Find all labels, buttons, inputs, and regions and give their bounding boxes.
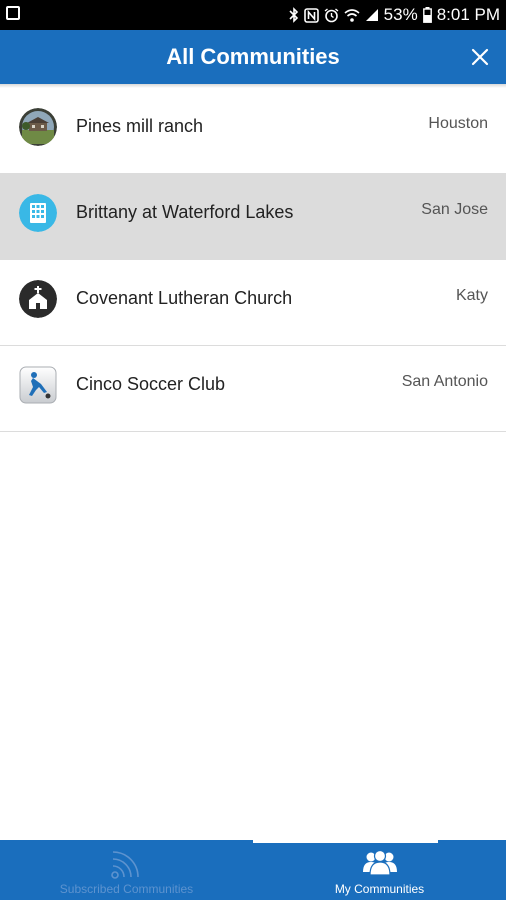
list-item[interactable]: Brittany at Waterford Lakes San Jose [0, 174, 506, 260]
church-icon [19, 280, 57, 318]
nfc-icon [303, 7, 319, 23]
rss-feed-icon [110, 851, 139, 879]
tab-subscribed-communities[interactable]: Subscribed Communities [0, 840, 253, 900]
bluetooth-icon [289, 7, 298, 23]
alarm-icon [324, 7, 339, 22]
community-name: Cinco Soccer Club [76, 374, 226, 394]
soccer-player-icon [19, 366, 57, 404]
close-icon [471, 48, 489, 66]
app-header: All Communities [0, 30, 506, 84]
bottom-nav: Subscribed Communities My Communities [0, 840, 506, 900]
tab-my-communities[interactable]: My Communities [253, 840, 506, 900]
clock: 8:01 PM [436, 5, 500, 24]
community-name: Pines mill ranch [76, 116, 204, 136]
battery-percent: 53% [383, 5, 418, 24]
community-list: Pines mill ranch Houston Brittany at Wat… [0, 88, 506, 432]
active-tab-indicator [253, 840, 438, 843]
community-city: Katy [455, 287, 488, 304]
notification-icon [6, 6, 20, 20]
wifi-icon [344, 8, 360, 22]
status-bar: 53% 8:01 PM [0, 0, 506, 30]
close-button[interactable] [468, 45, 492, 69]
status-icons: 53% 8:01 PM [289, 0, 500, 30]
battery-icon [422, 7, 432, 23]
tab-label: Subscribed Communities [59, 882, 194, 896]
house-photo-icon [19, 108, 57, 146]
building-icon [19, 194, 57, 232]
list-item[interactable]: Pines mill ranch Houston [0, 88, 506, 174]
community-name: Brittany at Waterford Lakes [76, 202, 294, 222]
tab-label: My Communities [334, 882, 425, 896]
community-city: San Jose [421, 201, 488, 218]
list-item[interactable]: Cinco Soccer Club San Antonio [0, 346, 506, 432]
signal-icon [365, 9, 378, 21]
people-group-icon [362, 849, 397, 876]
list-item[interactable]: Covenant Lutheran Church Katy [0, 260, 506, 346]
page-title: All Communities [166, 44, 340, 69]
community-city: San Antonio [401, 373, 488, 390]
community-city: Houston [428, 115, 488, 132]
community-name: Covenant Lutheran Church [76, 288, 293, 308]
